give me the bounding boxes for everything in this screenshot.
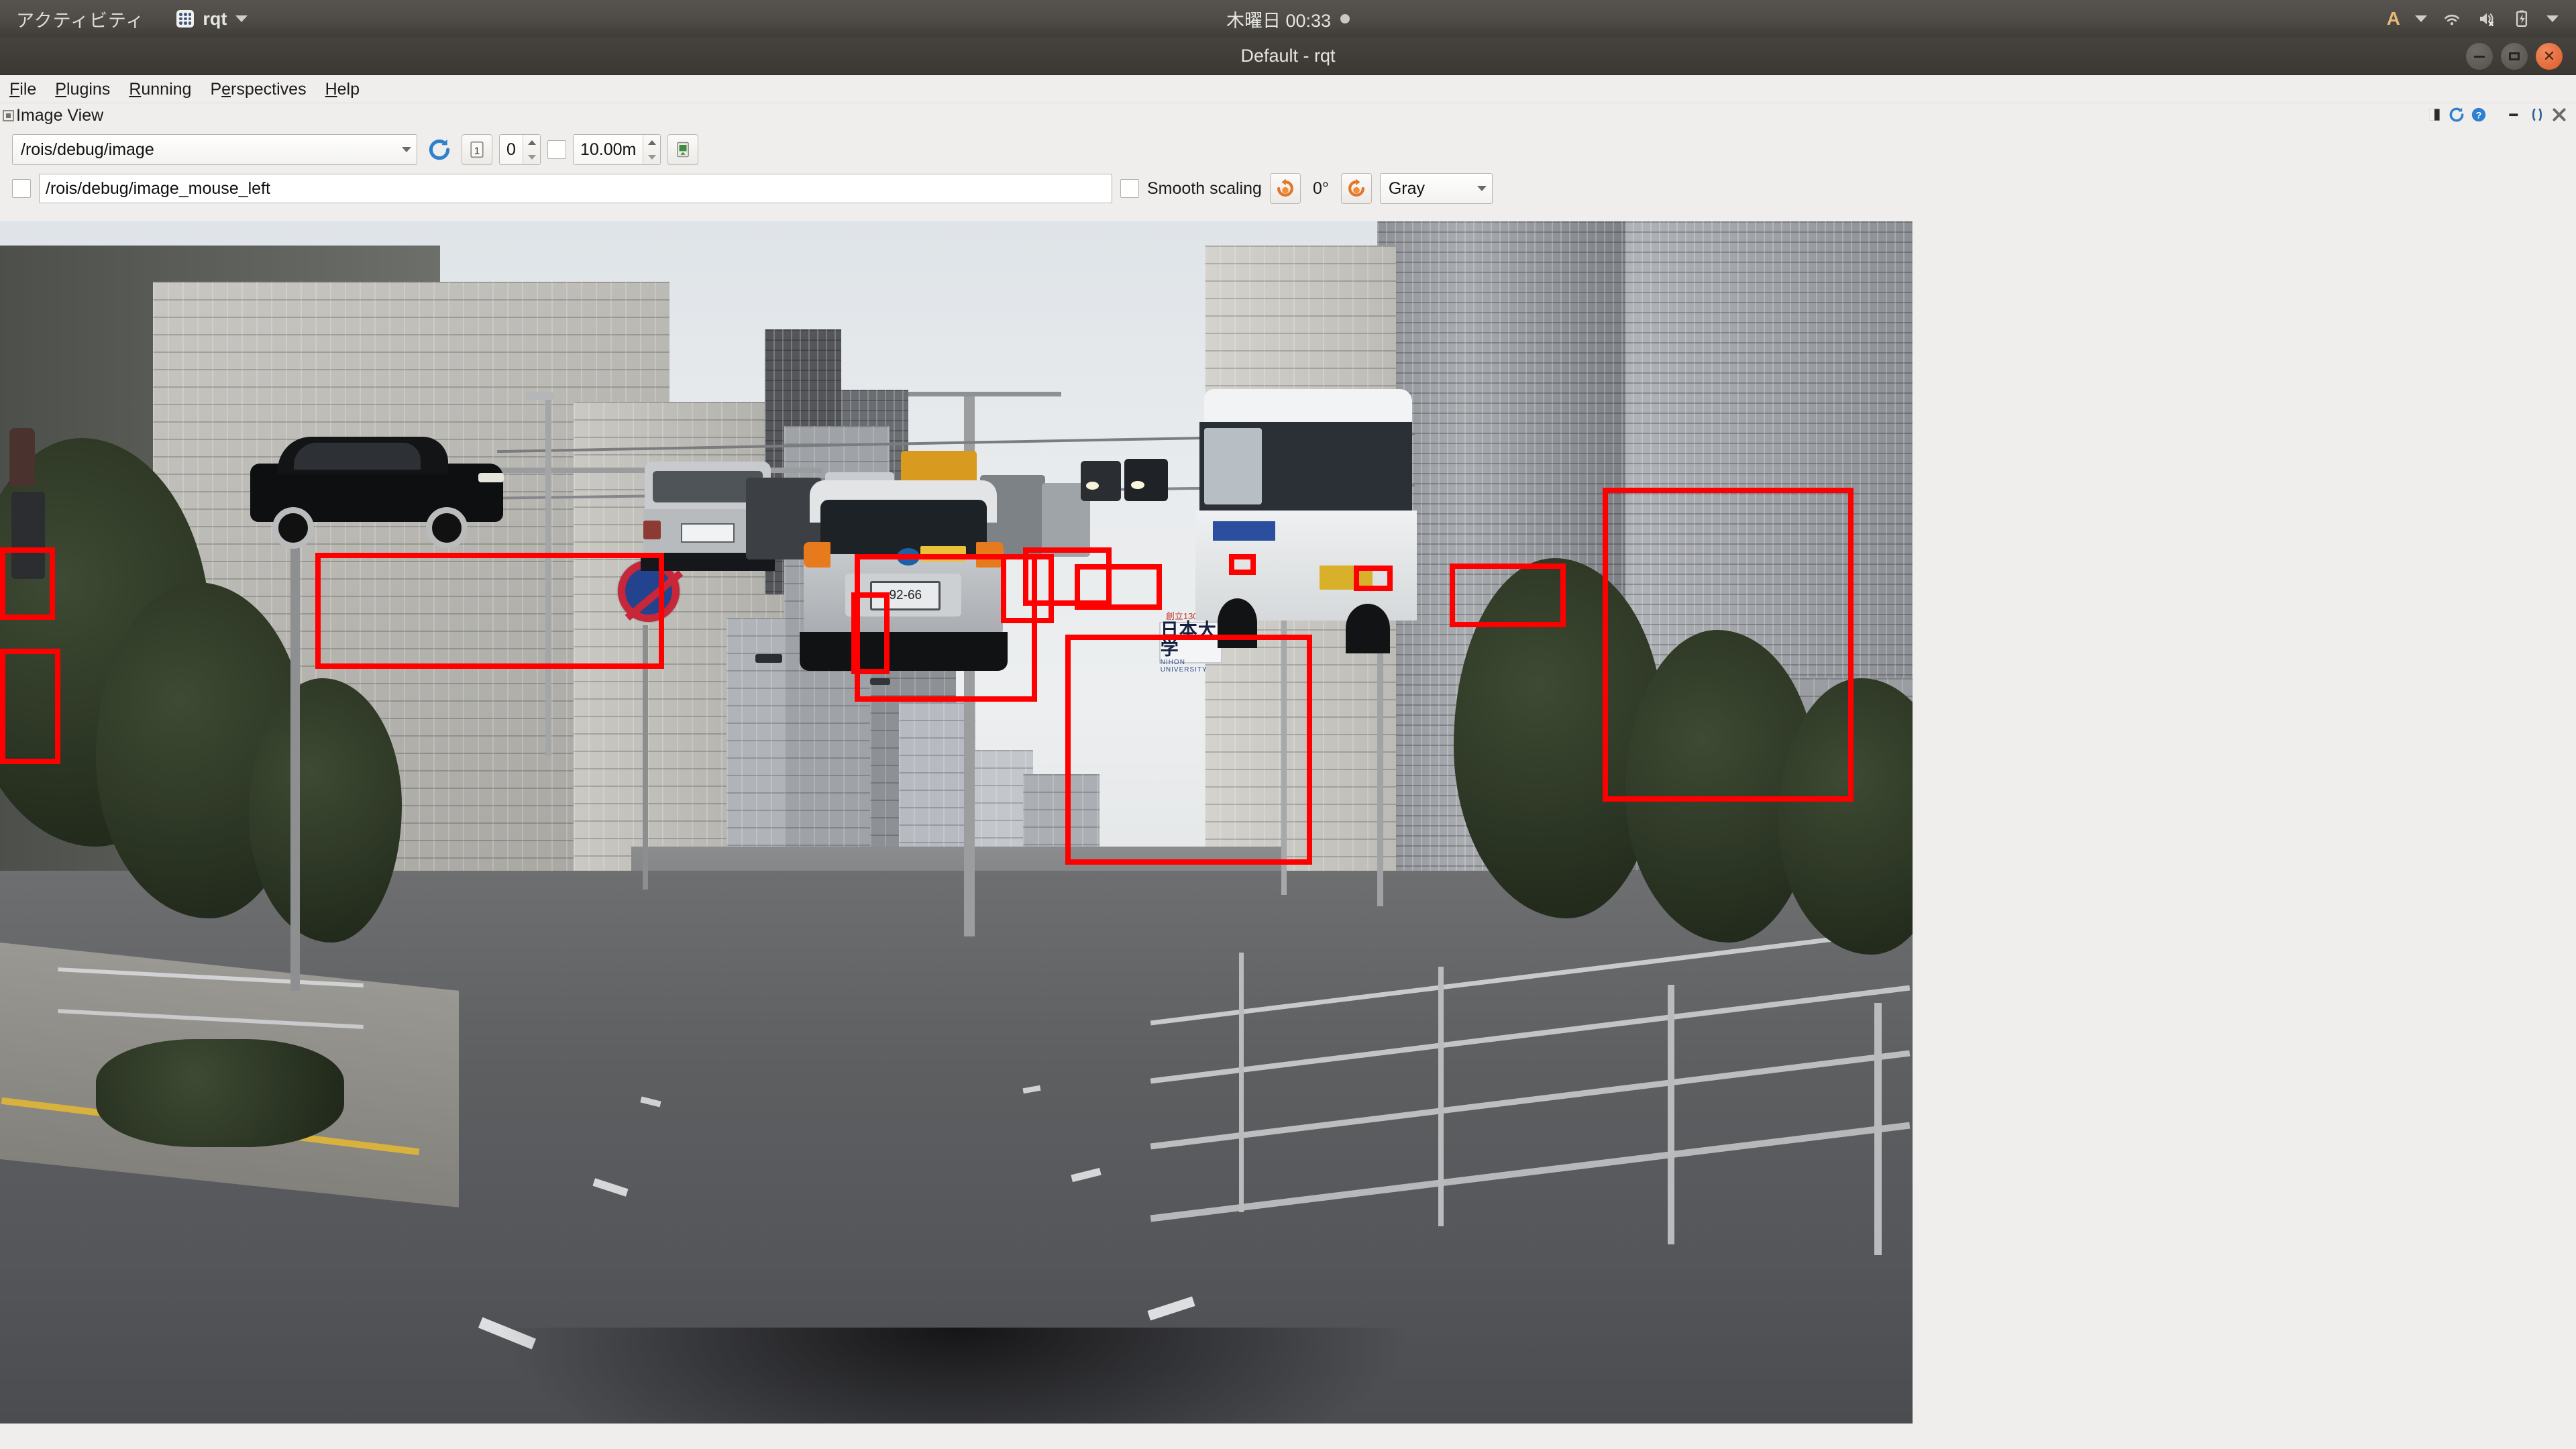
oncoming-cars-right <box>1080 455 1168 506</box>
window-title: Default - rqt <box>1240 46 1336 66</box>
battery-charging-icon <box>2516 10 2528 27</box>
menu-item-file[interactable]: File <box>0 75 46 103</box>
image-view-panel-header: Image View ? <box>0 103 2576 127</box>
colormap-combo-value: Gray <box>1388 178 1426 198</box>
panel-refresh-icon[interactable] <box>2448 106 2465 123</box>
roi-box-2 <box>0 649 60 764</box>
window-minimize-button[interactable] <box>2466 43 2493 70</box>
roi-box-11 <box>1354 566 1393 591</box>
recording-dot-icon <box>1340 14 1350 23</box>
hedge-left <box>95 1038 345 1147</box>
vehicle-hood-shadow <box>497 1327 1415 1424</box>
panel-config-icon[interactable] <box>2426 106 2443 123</box>
panel-header-buttons: ? <box>2426 106 2568 123</box>
crossarm-center <box>908 392 1062 397</box>
panel-close-icon[interactable] <box>2551 106 2568 123</box>
save-image-button[interactable] <box>667 134 699 165</box>
image-view-toolbar-row2: /rois/debug/image_mouse_left Smooth scal… <box>0 172 2576 205</box>
system-chevron-down-icon <box>2546 15 2559 22</box>
smooth-scaling-label: Smooth scaling <box>1147 178 1262 198</box>
svg-text:?: ? <box>2476 109 2482 120</box>
roi-box-8 <box>1075 564 1162 610</box>
clock-area[interactable]: 木曜日 00:33 <box>0 6 2576 32</box>
rotate-left-button[interactable] <box>1269 173 1301 204</box>
image-view-toolbar-row1: /rois/debug/image 1 0 10.00m <box>0 133 699 166</box>
panel-help-icon[interactable]: ? <box>2470 106 2487 123</box>
menu-item-running[interactable]: Running <box>119 75 201 103</box>
stepper-down-icon <box>527 154 536 160</box>
app-menu-label: rqt <box>203 8 227 29</box>
stepper-down-icon <box>647 154 656 160</box>
wifi-icon <box>2445 14 2459 25</box>
image-view-canvas[interactable]: 創立130周年 日本大学 NIHON UNIVERSITY 92-66 <box>0 221 1913 1424</box>
smooth-scaling-checkbox[interactable] <box>1120 179 1139 198</box>
volume-muted-icon <box>2480 13 2494 27</box>
rotation-value: 0° <box>1312 178 1329 198</box>
menubar: File Plugins Running Perspectives Help <box>0 75 2576 103</box>
menu-item-perspectives[interactable]: Perspectives <box>201 75 315 103</box>
rotate-left-icon <box>1277 178 1293 197</box>
stepper-up-icon <box>527 140 536 145</box>
range-spinbox[interactable]: 10.00m <box>573 134 661 165</box>
max-range-spinbox[interactable]: 0 <box>499 134 541 165</box>
black-suv <box>239 432 514 549</box>
roi-box-12 <box>1450 564 1566 627</box>
window-titlebar: Default - rqt ✕ <box>0 38 2576 75</box>
menu-item-plugins[interactable]: Plugins <box>46 75 119 103</box>
panel-handle-icon[interactable] <box>3 109 14 121</box>
range-value: 10.00m <box>580 140 637 159</box>
pedestrian-left <box>9 428 36 486</box>
publish-once-button[interactable]: 1 <box>462 134 492 165</box>
panel-minimize-icon[interactable] <box>2506 106 2524 123</box>
guardrail-right <box>1148 895 1913 1256</box>
svg-text:1: 1 <box>474 145 480 156</box>
topic-combo-value: /rois/debug/image <box>21 140 154 159</box>
menu-item-help[interactable]: Help <box>316 75 369 103</box>
rotate-right-button[interactable] <box>1340 173 1372 204</box>
topic-combo[interactable]: /rois/debug/image <box>12 134 417 165</box>
panel-title: Image View <box>16 105 104 125</box>
publish-once-icon: 1 <box>470 141 484 158</box>
street-light-head <box>526 392 555 400</box>
dynamic-range-checkbox[interactable] <box>547 140 566 159</box>
ime-chevron-down-icon <box>2415 15 2427 22</box>
chevron-down-icon <box>235 15 248 22</box>
roi-box-9 <box>1229 554 1256 575</box>
chevron-down-icon <box>1477 186 1487 191</box>
mouse-topic-input[interactable]: /rois/debug/image_mouse_left <box>39 174 1112 203</box>
refresh-topics-icon <box>429 139 450 160</box>
roi-box-1 <box>0 547 55 620</box>
street-scene: 創立130周年 日本大学 NIHON UNIVERSITY 92-66 <box>0 221 1913 1424</box>
max-range-stepper[interactable] <box>523 135 540 164</box>
guardrail-left <box>57 967 364 1051</box>
traffic-signal-center <box>755 654 783 663</box>
max-range-value: 0 <box>506 140 516 159</box>
refresh-topics-button[interactable] <box>424 134 455 165</box>
clock-label: 木曜日 00:33 <box>1226 10 1332 31</box>
rotate-right-icon <box>1348 178 1364 197</box>
window-close-button[interactable]: ✕ <box>2536 43 2563 70</box>
save-image-icon <box>677 142 690 158</box>
window-controls: ✕ <box>2466 43 2563 70</box>
mouse-topic-value: /rois/debug/image_mouse_left <box>46 178 270 198</box>
roi-box-3 <box>315 553 664 669</box>
roi-box-10 <box>1065 635 1312 865</box>
gnome-top-bar: アクティビティ rqt 木曜日 00:33 A <box>0 0 2576 38</box>
colormap-combo[interactable]: Gray <box>1379 173 1493 204</box>
app-grid-icon <box>176 10 195 28</box>
ime-indicator-label: A <box>2386 8 2400 29</box>
roi-box-13 <box>1603 488 1854 802</box>
activities-button[interactable]: アクティビティ <box>16 6 144 32</box>
app-menu[interactable]: rqt <box>176 9 248 30</box>
system-tray[interactable]: A <box>2387 0 2559 38</box>
mouse-topic-checkbox[interactable] <box>12 179 31 198</box>
tree-left-3 <box>248 678 402 943</box>
window-maximize-button[interactable] <box>2501 43 2528 70</box>
stepper-up-icon <box>647 140 656 145</box>
panel-float-icon[interactable] <box>2528 106 2546 123</box>
range-stepper[interactable] <box>643 135 661 164</box>
white-minibus <box>1195 384 1417 659</box>
chevron-down-icon <box>402 147 411 152</box>
